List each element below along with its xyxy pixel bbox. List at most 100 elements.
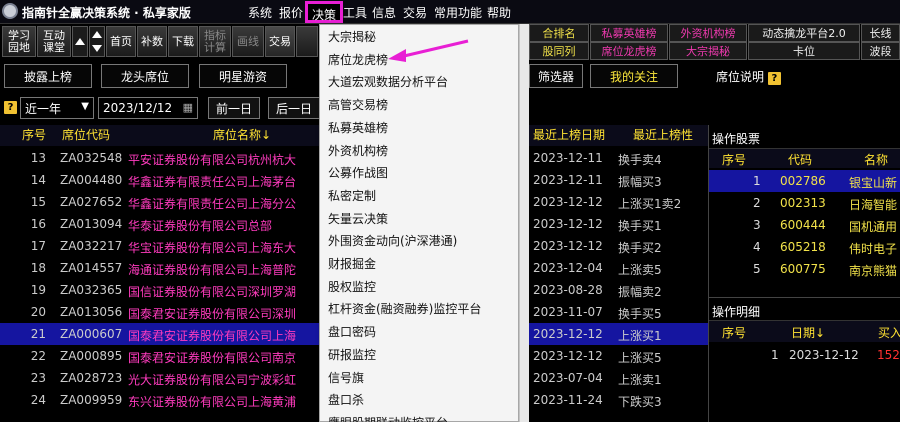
study-button[interactable]: 学习园地 [2, 26, 36, 57]
seat-name: 平安证券股份有限公司杭州杭大 [128, 153, 297, 167]
live-class-button[interactable]: 互动课堂 [37, 26, 71, 57]
dropdown-item[interactable]: 大宗揭秘 [328, 28, 376, 45]
dropdown-item[interactable]: 外围资金动向(沪深港通) [328, 232, 457, 249]
detail-col-buy[interactable]: 买入 [878, 324, 900, 341]
menu-system[interactable]: 系统 [248, 4, 272, 21]
row-index: 21 [30, 327, 46, 341]
scroll-down-button[interactable] [89, 26, 105, 57]
dropdown-item[interactable]: 研报监控 [328, 346, 376, 363]
stocks-col-name[interactable]: 名称 [864, 151, 888, 168]
nav-disclosed-button[interactable]: 披露上榜 [4, 64, 92, 88]
date-picker[interactable]: 2023/12/12 ▦ [98, 97, 198, 119]
filter-help-icon[interactable]: ? [4, 101, 17, 114]
nav-star-capital-button[interactable]: 明星游资 [199, 64, 287, 88]
dragon-platform-button[interactable]: 动态擒龙平台2.0 [748, 24, 860, 42]
dropdown-item[interactable]: 杠杆资金(融资融券)监控平台 [328, 300, 481, 317]
dropdown-item[interactable]: 公募作战图 [328, 164, 388, 181]
private-hero-button[interactable]: 私募英雄榜 [590, 24, 668, 42]
dropdown-item[interactable]: 盘口密码 [328, 323, 376, 340]
nav-leader-seat-button[interactable]: 龙头席位 [101, 64, 189, 88]
stock-name: 伟时电子 [849, 242, 898, 256]
row-index: 22 [30, 349, 46, 363]
prev-day-button[interactable]: 前一日 [208, 97, 260, 119]
stock-row[interactable]: 3 600444 国机通用 [709, 214, 900, 236]
stock-row[interactable]: 4 605218 伟时电子 [709, 236, 900, 258]
menu-quote[interactable]: 报价 [279, 4, 307, 21]
swing-button[interactable]: 波段 [861, 42, 900, 60]
scroll-up-down-button[interactable] [72, 26, 88, 57]
detail-row[interactable]: 1 2023-12-12 1525 [709, 344, 900, 366]
foreign-inst-button[interactable]: 外资机构榜 [669, 24, 747, 42]
menu-trade[interactable]: 交易 [403, 4, 427, 21]
period-select[interactable]: 近一年 ▼ [20, 97, 94, 119]
home-button[interactable]: 首页 [106, 26, 136, 57]
position-button[interactable]: 卡位 [748, 42, 860, 60]
toolbar-overflow-button[interactable] [296, 26, 318, 57]
block-trade-button[interactable]: 大宗揭秘 [669, 42, 747, 60]
dropdown-item[interactable]: 财报掘金 [328, 255, 376, 272]
seat-name: 国泰君安证券股份有限公司深圳 [128, 307, 297, 321]
detail-col-idx[interactable]: 序号 [722, 324, 746, 341]
trade-button[interactable]: 交易 [265, 26, 295, 57]
seat-code: ZA032548 [60, 151, 123, 165]
dropdown-item[interactable]: 私募英雄榜 [328, 119, 388, 136]
last-date: 2023-08-28 [533, 283, 603, 297]
detail-index: 1 [771, 348, 779, 362]
indicator-button[interactable]: 指标计算 [199, 26, 231, 57]
last-type: 换手买2 [618, 241, 662, 255]
download-button[interactable]: 下载 [168, 26, 198, 57]
stock-same-button[interactable]: 股同列 [529, 42, 589, 60]
stock-row[interactable]: 2 002313 日海智能 [709, 192, 900, 214]
seat-dragon-button[interactable]: 席位龙虎榜 [590, 42, 668, 60]
dropdown-item[interactable]: 盘口杀 [328, 391, 364, 408]
detail-col-date[interactable]: 日期↓ [791, 324, 825, 341]
last-date: 2023-12-12 [533, 239, 603, 253]
nav-filter-button[interactable]: 筛选器 [529, 64, 583, 88]
dropdown-item[interactable]: 矢量云决策 [328, 210, 388, 227]
stocks-col-code[interactable]: 代码 [788, 151, 812, 168]
stock-name: 国机通用 [849, 220, 898, 234]
last-date: 2023-12-12 [533, 217, 603, 231]
help-icon[interactable]: ? [767, 72, 781, 85]
last-type: 上涨买5 [618, 351, 662, 365]
dropdown-item[interactable]: 鹰眼股期联动监控平台 [328, 414, 448, 422]
stock-index: 3 [753, 218, 761, 232]
nav-my-watch-button[interactable]: 我的关注 [590, 64, 678, 88]
supplement-button[interactable]: 补数 [137, 26, 167, 57]
seat-code: ZA028723 [60, 371, 123, 385]
last-type: 上涨买1卖2 [618, 197, 682, 211]
calendar-icon[interactable]: ▦ [183, 101, 193, 114]
stock-code: 002786 [780, 174, 826, 188]
menu-tools[interactable]: 工具 [343, 4, 367, 21]
dropdown-item[interactable]: 私密定制 [328, 187, 376, 204]
seat-code: ZA032365 [60, 283, 123, 297]
menu-common[interactable]: 常用功能 [434, 4, 482, 21]
dropdown-item[interactable]: 信号旗 [328, 369, 364, 386]
dropdown-item[interactable]: 高管交易榜 [328, 96, 388, 113]
dropdown-item[interactable]: 席位龙虎榜 [328, 51, 388, 68]
row-index: 13 [30, 151, 46, 165]
last-date: 2023-12-11 [533, 151, 603, 165]
rank-composite-button[interactable]: 合排名 [529, 24, 589, 42]
seat-code: ZA004480 [60, 173, 123, 187]
draw-line-button[interactable]: 画线 [232, 26, 264, 57]
dropdown-item[interactable]: 股权监控 [328, 278, 376, 295]
seat-name: 国泰君安证券股份有限公司上海 [128, 329, 297, 343]
menu-decision[interactable]: 决策 [305, 1, 344, 23]
menu-info[interactable]: 信息 [372, 4, 396, 21]
row-index: 23 [30, 371, 46, 385]
dropdown-item[interactable]: 外资机构榜 [328, 142, 388, 159]
stock-row[interactable]: 1 002786 银宝山新 [709, 170, 900, 192]
detail-date: 2023-12-12 [789, 348, 859, 362]
dropdown-item[interactable]: 大道宏观数据分析平台 [328, 73, 448, 90]
long-line-button[interactable]: 长线 [861, 24, 900, 42]
stock-row[interactable]: 5 600775 南京熊猫 [709, 258, 900, 280]
menu-help[interactable]: 帮助 [487, 4, 511, 21]
last-date: 2023-11-24 [533, 393, 603, 407]
seat-desc-link[interactable]: 席位说明 ? [716, 68, 781, 85]
seat-code: ZA027652 [60, 195, 123, 209]
dropdown-scrollbar[interactable] [519, 24, 529, 422]
stocks-col-idx[interactable]: 序号 [722, 151, 746, 168]
next-day-button[interactable]: 后一日 [268, 97, 320, 119]
seat-name: 东兴证券股份有限公司上海黄浦 [128, 395, 297, 409]
